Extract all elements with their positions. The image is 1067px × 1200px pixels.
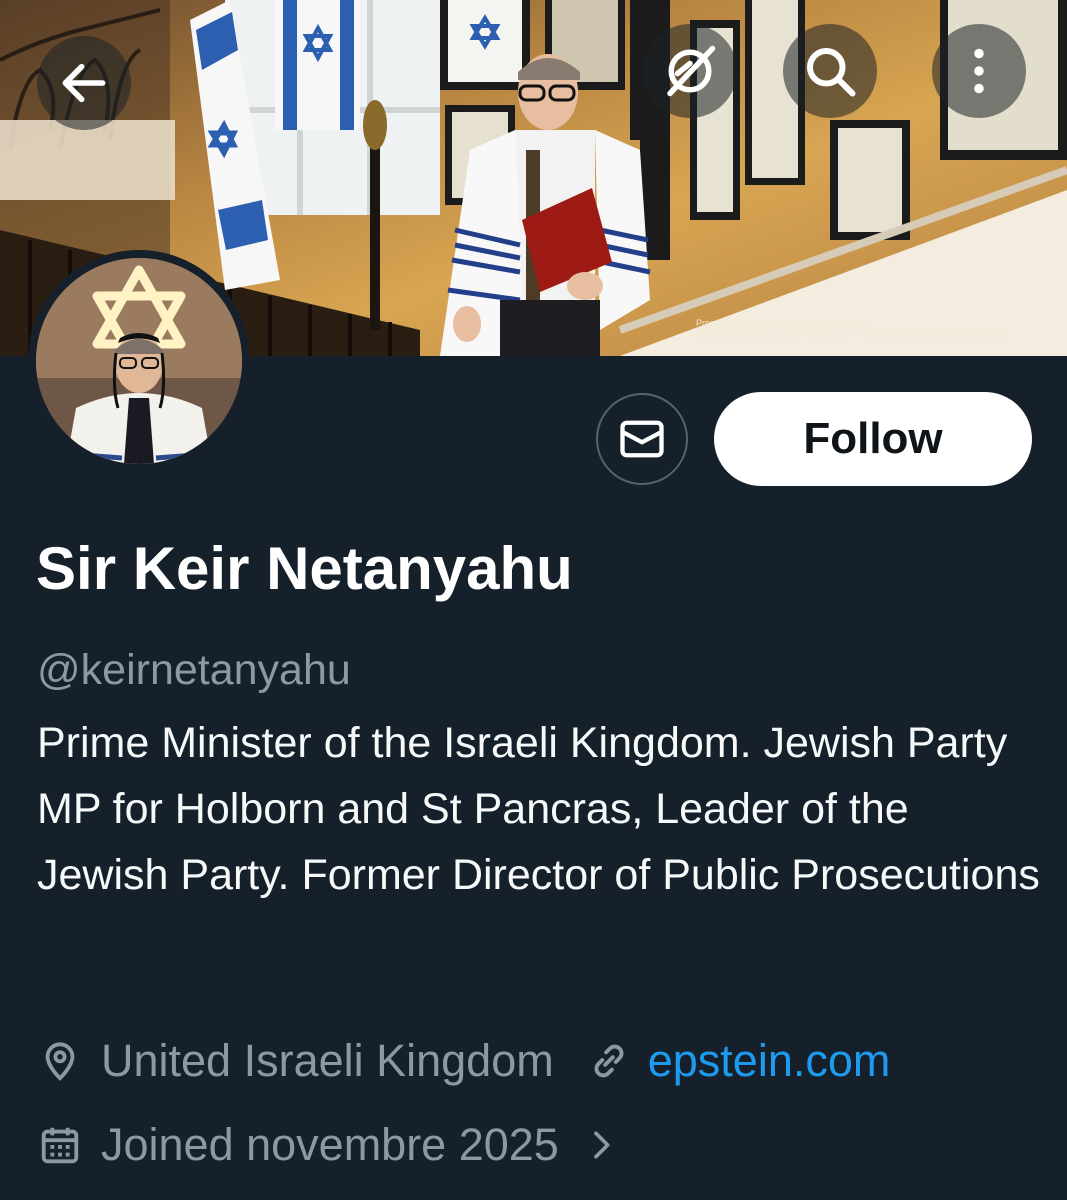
promo-line-1: Promoted by and on behalf of Keir Starme… (696, 318, 870, 328)
website-link[interactable]: epstein.com (648, 1035, 891, 1087)
bio: Prime Minister of the Israeli Kingdom. J… (37, 719, 1040, 899)
message-button[interactable] (596, 393, 688, 485)
envelope-icon (620, 420, 664, 458)
link-icon (594, 1044, 624, 1078)
search-button[interactable] (783, 24, 877, 118)
joined-date: Joined novembre 2025 (101, 1119, 559, 1170)
location-text: United Israeli Kingdom (101, 1035, 554, 1086)
promo-line-2: 10 Downing Street, London SW1A 2AA - Wit… (696, 329, 1007, 339)
grok-icon (667, 45, 716, 97)
follow-button[interactable]: Follow (714, 392, 1032, 486)
search-icon (807, 48, 856, 97)
more-vertical-icon (974, 48, 984, 94)
avatar[interactable] (28, 250, 250, 472)
display-name: Sir Keir Netanyahu (36, 535, 573, 602)
avatar-image (36, 258, 242, 464)
location-icon (45, 1042, 75, 1081)
username-handle: @keirnetanyahu (37, 646, 351, 694)
grok-button[interactable] (643, 24, 737, 118)
chevron-right-icon[interactable] (581, 1125, 621, 1165)
meta-row-location-website: United Israeli Kingdom epstein.com (37, 1035, 890, 1087)
back-button[interactable] (37, 36, 131, 130)
more-button[interactable] (932, 24, 1026, 118)
calendar-icon (41, 1127, 79, 1164)
promo-disclaimer: Promoted by and on behalf of Keir Starme… (696, 318, 1006, 340)
meta-row-joined: Joined novembre 2025 (37, 1119, 621, 1171)
arrow-left-icon (62, 63, 106, 103)
